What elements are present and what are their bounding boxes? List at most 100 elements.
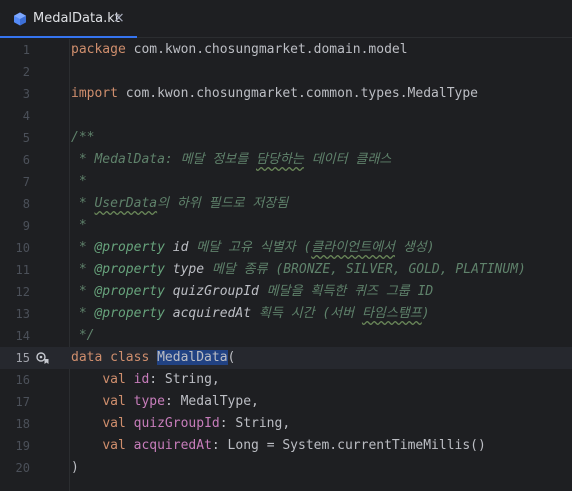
code-token: ) (71, 460, 79, 475)
code-token: * (71, 196, 95, 211)
code-token: 메달 고유 식별자 ( (188, 240, 312, 255)
code-token: 메달 종류 (BRONZE, SILVER, GOLD, PLATINUM) (204, 262, 526, 277)
line-number: 10 (15, 241, 30, 255)
code-text: * UserData의 하위 필드로 저장됨 (71, 193, 288, 215)
class-implementation-icon[interactable] (36, 351, 50, 365)
code-token: 획득 시간 (서버 (251, 306, 362, 321)
code-token: val (102, 438, 134, 453)
tab-label: MedalData.kt (33, 11, 120, 26)
code-token: * (71, 174, 87, 189)
line-number: 13 (15, 307, 30, 321)
code-line[interactable]: 14 */ (0, 325, 572, 347)
code-token: MedalData (157, 350, 228, 365)
code-line[interactable]: 16 val id: String, (0, 369, 572, 391)
line-number: 8 (22, 197, 30, 211)
code-line[interactable]: 2 (0, 61, 572, 83)
close-icon[interactable]: × (113, 9, 125, 27)
line-number: 7 (22, 175, 30, 189)
line-number: 18 (15, 417, 30, 431)
code-line[interactable]: 10 * @property id 메달 고유 식별자 (클라이언트에서 생성) (0, 237, 572, 259)
code-line[interactable]: 20) (0, 457, 572, 479)
code-text: val acquiredAt: Long = System.currentTim… (71, 435, 486, 457)
code-token: import (71, 86, 118, 101)
line-number: 15 (15, 351, 30, 365)
code-token: * (71, 218, 87, 233)
code-line[interactable]: 3 import com.kwon.chosungmarket.common.ty… (0, 83, 572, 105)
code-token: ( (227, 350, 236, 365)
code-line[interactable]: 18 val quizGroupId: String, (0, 413, 572, 435)
line-number: 17 (15, 395, 30, 409)
code-token: 데이터 클래스 (303, 152, 392, 167)
code-token: acquiredAt (164, 306, 252, 321)
code-token: * MedalData: 메달 정보를 (71, 152, 257, 167)
code-token: : String, (219, 416, 291, 431)
code-token: val (102, 416, 134, 431)
code-line[interactable]: 19 val acquiredAt: Long = System.current… (0, 435, 572, 457)
code-text: package com.kwon.chosungmarket.domain.mo… (71, 39, 408, 61)
code-line[interactable]: 12 * @property quizGroupId 메달을 획득한 퀴즈 그룹… (0, 281, 572, 303)
code-text: * (71, 171, 87, 193)
code-token: : String, (149, 372, 220, 387)
code-line[interactable]: 17 val type: MedalType, (0, 391, 572, 413)
code-text: /** (71, 127, 94, 149)
line-number: 16 (15, 373, 30, 387)
code-token: */ (71, 328, 95, 343)
code-line[interactable]: 15 data class MedalData( (0, 347, 572, 369)
code-token: * (71, 306, 95, 321)
line-number: 5 (22, 131, 30, 145)
code-token: package (71, 42, 126, 57)
code-token: 의 하위 필드로 저장됨 (157, 196, 289, 211)
code-token: * (71, 262, 95, 277)
code-text: * MedalData: 메달 정보를 담당하는 데이터 클래스 (71, 149, 391, 171)
code-line[interactable]: 11 * @property type 메달 종류 (BRONZE, SILVE… (0, 259, 572, 281)
code-token: : MedalType, (164, 394, 259, 409)
line-number: 4 (22, 109, 30, 123)
code-token: : Long = System.currentTimeMillis() (211, 438, 486, 453)
code-token: com.kwon.chosungmarket.domain.model (125, 42, 408, 57)
code-line[interactable]: 7 * (0, 171, 572, 193)
code-text: val type: MedalType, (71, 391, 259, 413)
code-line[interactable]: 9 * (0, 215, 572, 237)
code-token: data class (71, 350, 158, 365)
code-text: * @property acquiredAt 획득 시간 (서버 타임스탬프) (71, 303, 430, 325)
line-number: 9 (22, 219, 30, 233)
line-number: 11 (15, 263, 30, 277)
code-token: @property (94, 306, 165, 321)
editor-tab-bar: MedalData.kt × (0, 0, 572, 38)
code-token: @property (94, 240, 165, 255)
code-line[interactable]: 4 (0, 105, 572, 127)
code-token: @property (94, 262, 165, 277)
line-number: 2 (22, 65, 30, 79)
code-token: * (71, 240, 95, 255)
kotlin-file-icon (14, 12, 26, 26)
line-number: 14 (15, 329, 30, 343)
code-text: * @property type 메달 종류 (BRONZE, SILVER, … (71, 259, 526, 281)
tab-medaldata-kt[interactable]: MedalData.kt × (0, 0, 137, 38)
code-token: 메달을 획득한 퀴즈 그룹 ID (258, 284, 434, 299)
code-token: 타임스탬프 (361, 306, 422, 321)
line-number: 1 (22, 43, 30, 57)
code-text: ) (71, 457, 79, 479)
code-line[interactable]: 5 /** (0, 127, 572, 149)
code-line[interactable]: 1 package com.kwon.chosungmarket.domain.m… (0, 39, 572, 61)
code-line[interactable]: 6 * MedalData: 메달 정보를 담당하는 데이터 클래스 (0, 149, 572, 171)
code-token: val (102, 372, 134, 387)
code-token: quizGroupId (133, 416, 220, 431)
line-number: 20 (15, 461, 30, 475)
code-text: import com.kwon.chosungmarket.common.typ… (71, 83, 478, 105)
code-line[interactable]: 8 * UserData의 하위 필드로 저장됨 (0, 193, 572, 215)
line-number: 3 (22, 87, 30, 101)
code-line[interactable]: 13 * @property acquiredAt 획득 시간 (서버 타임스탬… (0, 303, 572, 325)
code-token: com.kwon.chosungmarket.common.types.Meda… (117, 86, 478, 101)
line-number: 6 (22, 153, 30, 167)
code-token: id (164, 240, 189, 255)
code-token: 생성) (395, 240, 435, 255)
code-token: 담당하는 (256, 152, 304, 167)
code-editor[interactable]: 1 package com.kwon.chosungmarket.domain.m… (0, 39, 572, 491)
code-token: quizGroupId (164, 284, 259, 299)
code-token: * (71, 284, 95, 299)
